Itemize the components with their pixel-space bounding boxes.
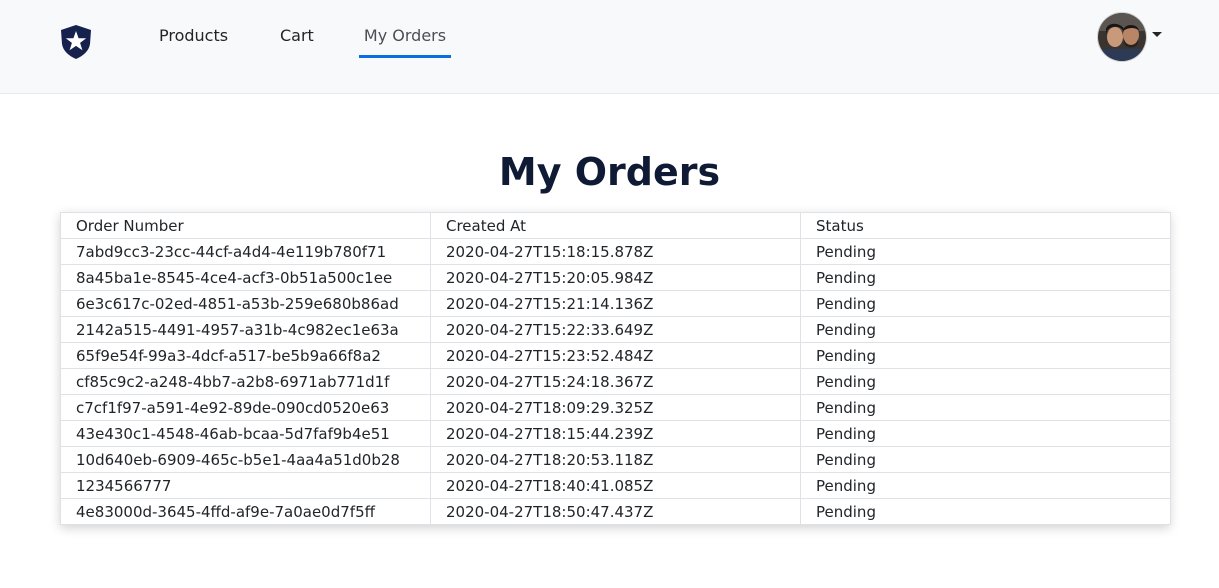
orders-table-body: 7abd9cc3-23cc-44cf-a4d4-4e119b780f71 2020…: [60, 238, 1171, 525]
nav-link-cart-label: Cart: [280, 26, 314, 45]
order-number-cell: c7cf1f97-a591-4e92-89de-090cd0520e63: [60, 394, 431, 421]
active-tab-indicator: [359, 55, 451, 58]
table-row: 6e3c617c-02ed-4851-a53b-259e680b86ad 2020…: [60, 290, 1171, 317]
table-row: c7cf1f97-a591-4e92-89de-090cd0520e63 2020…: [60, 394, 1171, 421]
created-at-cell: 2020-04-27T15:23:52.484Z: [430, 342, 801, 369]
table-row: 8a45ba1e-8545-4ce4-acf3-0b51a500c1ee 2020…: [60, 264, 1171, 291]
created-at-cell: 2020-04-27T15:21:14.136Z: [430, 290, 801, 317]
status-cell: Pending: [800, 368, 1171, 395]
user-menu-toggle[interactable]: [1097, 12, 1167, 64]
status-cell: Pending: [800, 420, 1171, 447]
created-at-cell: 2020-04-27T15:24:18.367Z: [430, 368, 801, 395]
shield-star-icon[interactable]: [59, 24, 93, 60]
table-row: 43e430c1-4548-46ab-bcaa-5d7faf9b4e51 2020…: [60, 420, 1171, 447]
created-at-cell: 2020-04-27T18:20:53.118Z: [430, 446, 801, 473]
order-number-cell: 43e430c1-4548-46ab-bcaa-5d7faf9b4e51: [60, 420, 431, 447]
table-row: 7abd9cc3-23cc-44cf-a4d4-4e119b780f71 2020…: [60, 238, 1171, 265]
status-cell: Pending: [800, 264, 1171, 291]
nav-link-cart[interactable]: Cart: [280, 26, 314, 58]
created-at-cell: 2020-04-27T15:20:05.984Z: [430, 264, 801, 291]
orders-table-container: Order Number Created At Status 7abd9cc3-…: [60, 212, 1171, 525]
created-at-cell: 2020-04-27T18:40:41.085Z: [430, 472, 801, 499]
order-number-cell: 1234566777: [60, 472, 431, 499]
created-at-cell: 2020-04-27T15:22:33.649Z: [430, 316, 801, 343]
created-at-cell: 2020-04-27T18:09:29.325Z: [430, 394, 801, 421]
page-title: My Orders: [498, 150, 721, 194]
status-cell: Pending: [800, 238, 1171, 265]
order-number-cell: 7abd9cc3-23cc-44cf-a4d4-4e119b780f71: [60, 238, 431, 265]
column-header-created-at: Created At: [430, 212, 801, 239]
table-row: 2142a515-4491-4957-a31b-4c982ec1e63a 2020…: [60, 316, 1171, 343]
table-row: 1234566777 2020-04-27T18:40:41.085Z Pendin…: [60, 472, 1171, 499]
status-cell: Pending: [800, 316, 1171, 343]
table-row: 10d640eb-6909-465c-b5e1-4aa4a51d0b28 2020…: [60, 446, 1171, 473]
created-at-cell: 2020-04-27T15:18:15.878Z: [430, 238, 801, 265]
caret-down-icon[interactable]: [1152, 32, 1162, 37]
table-row: 65f9e54f-99a3-4dcf-a517-be5b9a66f8a2 2020…: [60, 342, 1171, 369]
orders-table: Order Number Created At Status 7abd9cc3-…: [60, 212, 1171, 525]
status-cell: Pending: [800, 472, 1171, 499]
top-navbar: Products Cart My Orders: [0, 0, 1219, 94]
table-row: cf85c9c2-a248-4bb7-a2b8-6971ab771d1f 2020…: [60, 368, 1171, 395]
table-header-row: Order Number Created At Status: [60, 212, 1171, 239]
order-number-cell: 6e3c617c-02ed-4851-a53b-259e680b86ad: [60, 290, 431, 317]
order-number-cell: 10d640eb-6909-465c-b5e1-4aa4a51d0b28: [60, 446, 431, 473]
order-number-cell: cf85c9c2-a248-4bb7-a2b8-6971ab771d1f: [60, 368, 431, 395]
nav-link-my-orders[interactable]: My Orders: [359, 26, 451, 58]
status-cell: Pending: [800, 394, 1171, 421]
order-number-cell: 65f9e54f-99a3-4dcf-a517-be5b9a66f8a2: [60, 342, 431, 369]
status-cell: Pending: [800, 342, 1171, 369]
nav-link-products[interactable]: Products: [159, 26, 228, 58]
status-cell: Pending: [800, 446, 1171, 473]
column-header-order-number: Order Number: [60, 212, 431, 239]
status-cell: Pending: [800, 498, 1171, 525]
nav-link-my-orders-label: My Orders: [363, 26, 447, 45]
created-at-cell: 2020-04-27T18:15:44.239Z: [430, 420, 801, 447]
user-avatar-icon[interactable]: [1097, 12, 1147, 62]
nav-link-products-label: Products: [159, 26, 229, 45]
created-at-cell: 2020-04-27T18:50:47.437Z: [430, 498, 801, 525]
column-header-status: Status: [800, 212, 1171, 239]
table-row: 4e83000d-3645-4ffd-af9e-7a0ae0d7f5ff 2020…: [60, 498, 1171, 525]
order-number-cell: 2142a515-4491-4957-a31b-4c982ec1e63a: [60, 316, 431, 343]
status-cell: Pending: [800, 290, 1171, 317]
order-number-cell: 4e83000d-3645-4ffd-af9e-7a0ae0d7f5ff: [60, 498, 431, 525]
order-number-cell: 8a45ba1e-8545-4ce4-acf3-0b51a500c1ee: [60, 264, 431, 291]
